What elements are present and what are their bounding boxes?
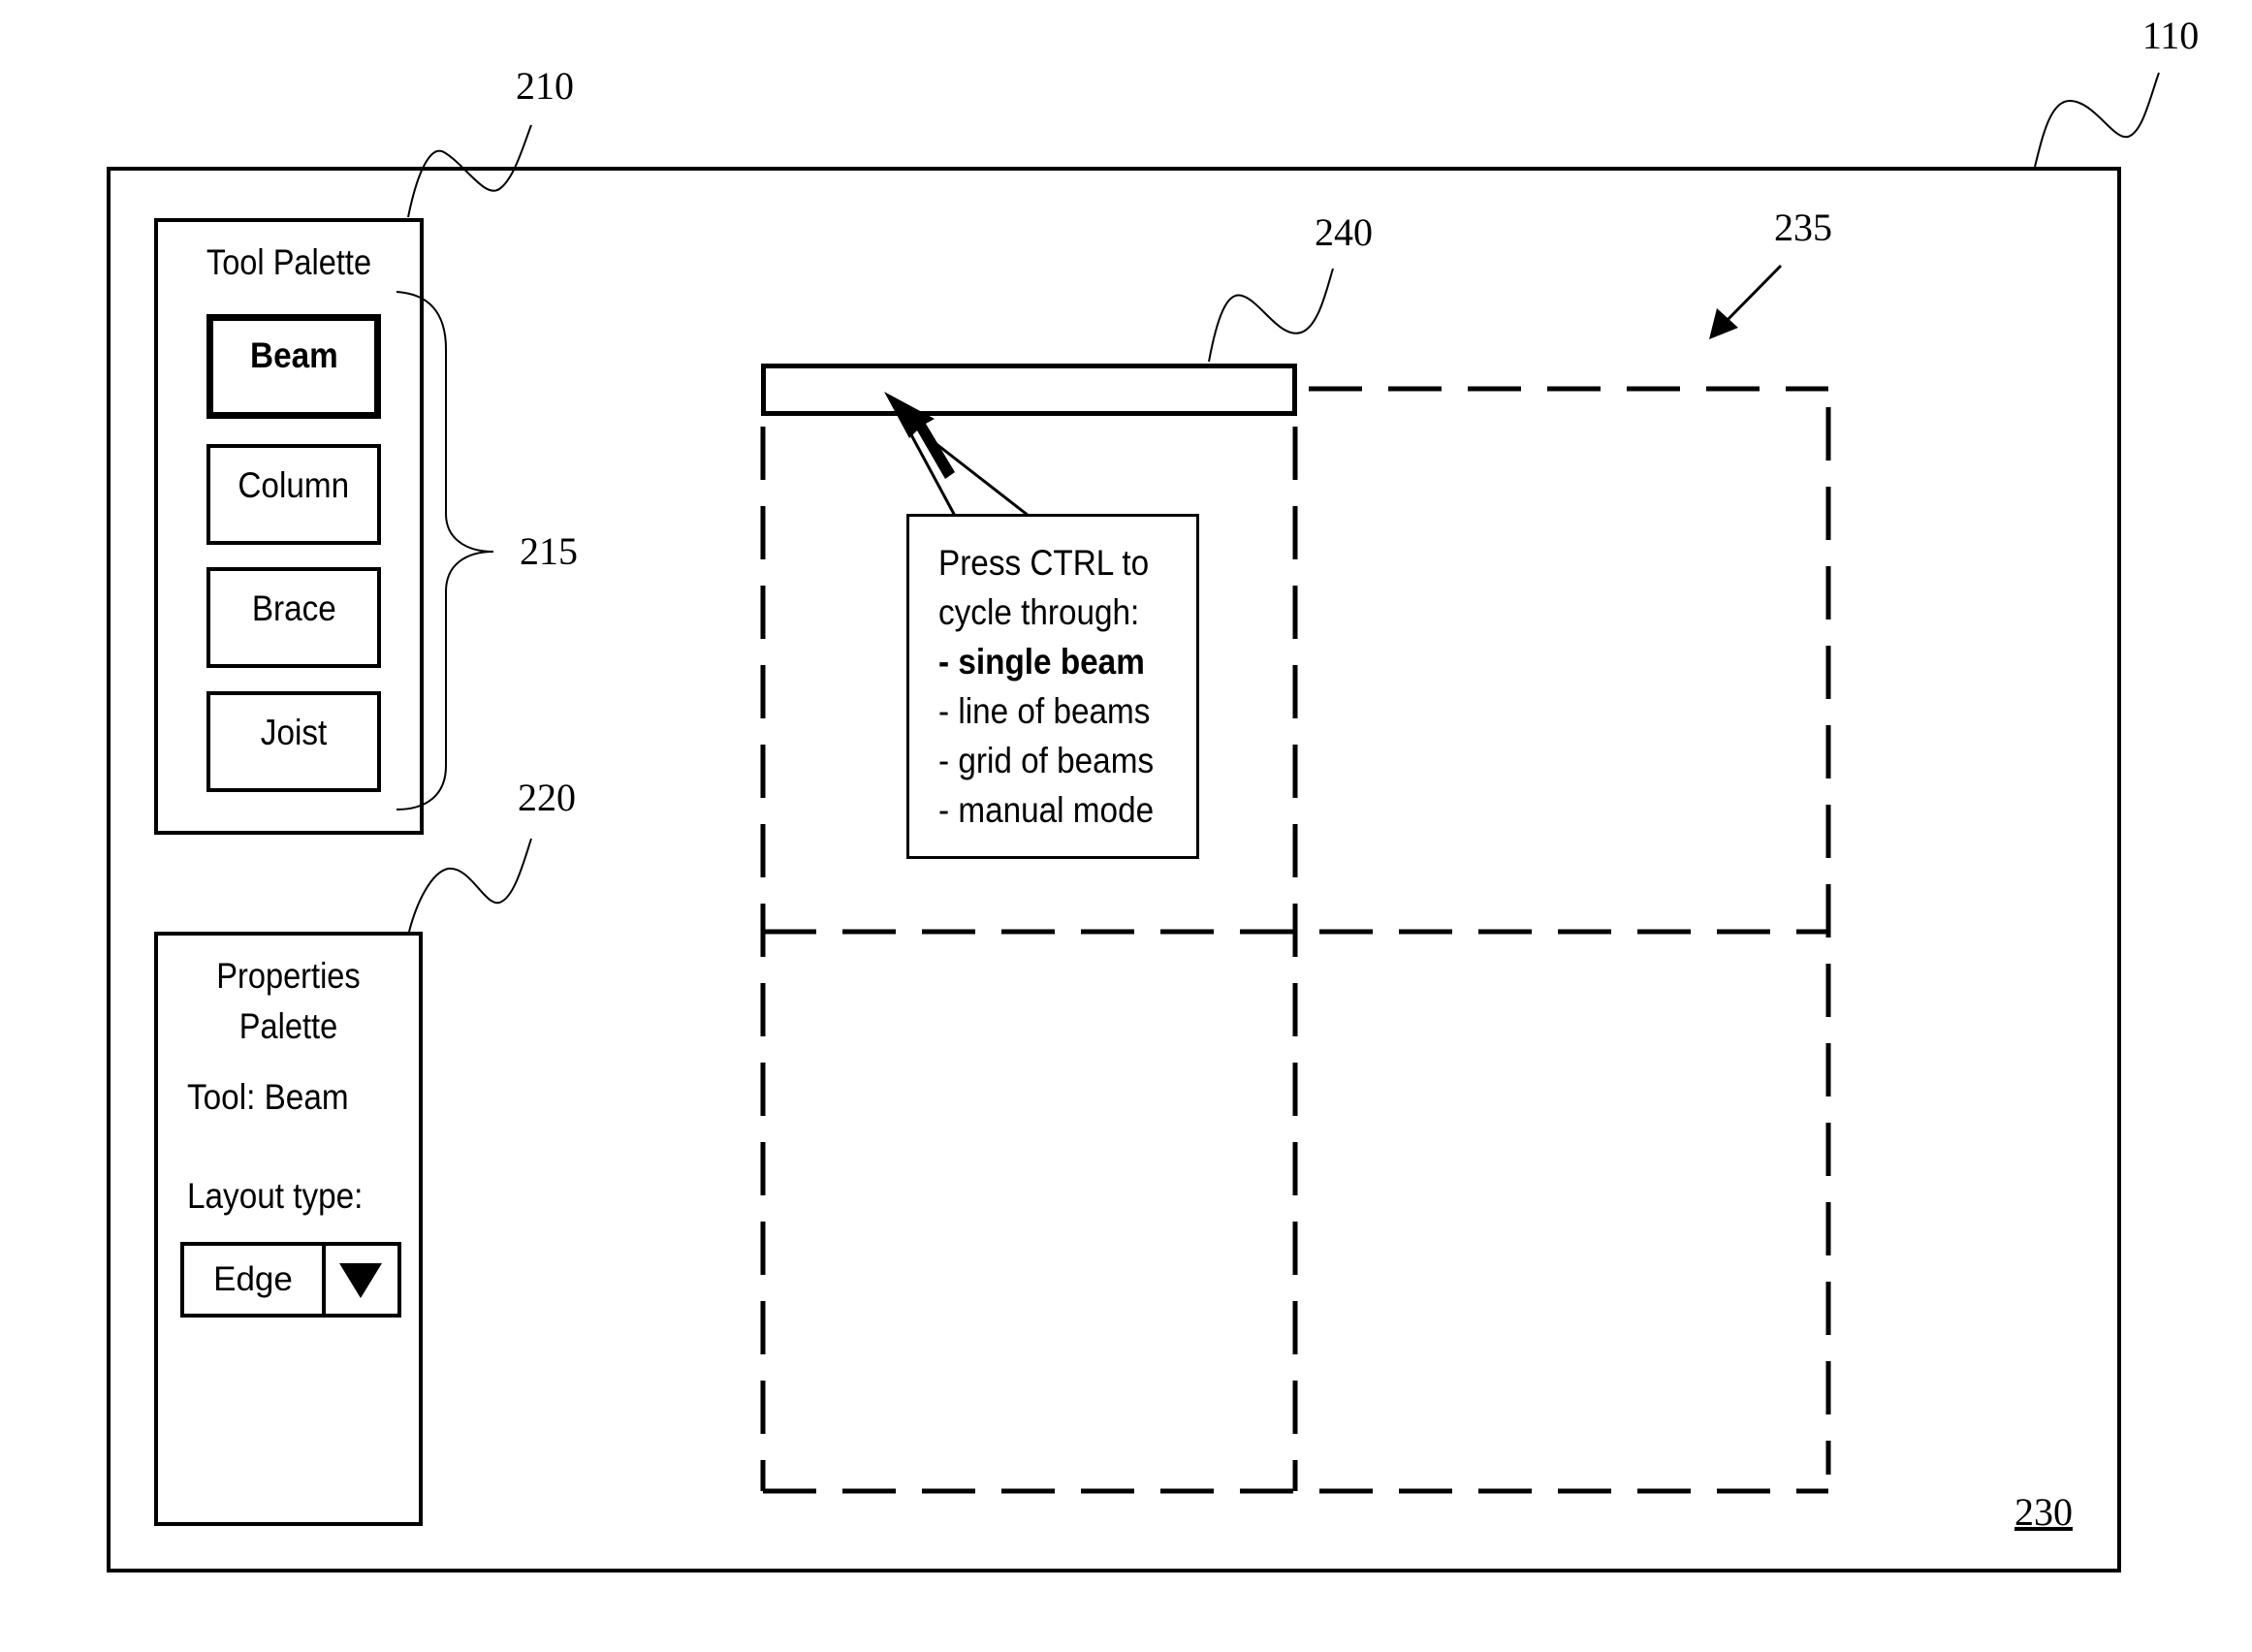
tooltip-line-2: cycle through: bbox=[938, 592, 1140, 632]
tooltip-option-manual-mode: - manual mode bbox=[938, 790, 1155, 830]
callout-curve-tool-palette bbox=[407, 124, 532, 218]
brace-215 bbox=[396, 291, 494, 810]
beam-preview-bar[interactable] bbox=[761, 364, 1297, 416]
tooltip-option-line-of-beams: - line of beams bbox=[938, 691, 1151, 731]
tooltip-option-single-beam: - single beam bbox=[938, 642, 1145, 682]
layout-cycle-tooltip: Press CTRL to cycle through: - single be… bbox=[906, 514, 1199, 859]
grid-layout-arrow-shaft bbox=[1722, 264, 1783, 326]
tooltip-option-grid-of-beams: - grid of beams bbox=[938, 741, 1155, 780]
callout-curve-window bbox=[2034, 72, 2160, 168]
callout-curve-beam-preview bbox=[1208, 268, 1334, 363]
tooltip-line-1: Press CTRL to bbox=[938, 543, 1150, 583]
callout-curve-properties-palette bbox=[408, 838, 532, 933]
